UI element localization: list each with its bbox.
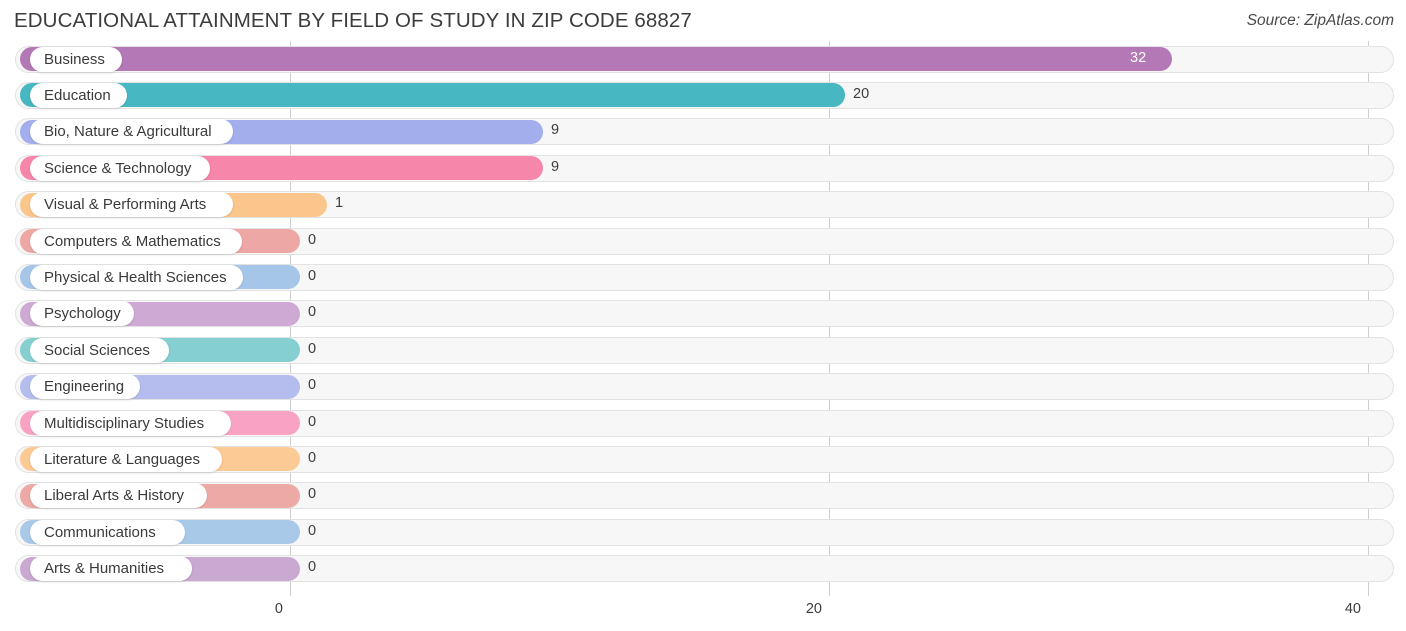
category-label-pill: Arts & Humanities — [30, 556, 192, 582]
bar-row[interactable]: Computers & Mathematics 0 — [0, 223, 1406, 259]
category-label: Bio, Nature & Agricultural — [44, 123, 212, 141]
category-label: Multidisciplinary Studies — [44, 414, 205, 432]
x-axis-tick: 40 — [1344, 601, 1361, 617]
category-label: Arts & Humanities — [44, 560, 165, 578]
bar-row[interactable]: Liberal Arts & History 0 — [0, 478, 1406, 514]
category-label: Computers & Mathematics — [44, 232, 221, 250]
category-label-pill: Psychology — [30, 301, 134, 327]
bar-row[interactable]: Education 20 — [0, 77, 1406, 113]
bar-value-label: 0 — [308, 486, 317, 503]
bar-value-label: 32 — [1130, 49, 1147, 66]
bar-row[interactable]: Engineering 0 — [0, 369, 1406, 405]
category-label-pill: Liberal Arts & History — [30, 483, 207, 509]
category-label: Visual & Performing Arts — [44, 196, 207, 214]
category-label: Education — [44, 86, 111, 104]
bar-row[interactable]: Business 32 — [0, 41, 1406, 77]
bar-row[interactable]: Visual & Performing Arts 1 — [0, 187, 1406, 223]
category-label: Psychology — [44, 305, 121, 323]
bar-value-label: 0 — [308, 559, 317, 576]
bar-value-label: 9 — [551, 122, 560, 139]
category-label: Liberal Arts & History — [44, 487, 185, 505]
bar-fill[interactable] — [20, 83, 845, 108]
category-label-pill: Engineering — [30, 374, 140, 400]
category-label: Literature & Languages — [44, 450, 200, 468]
bar-chart-plot-area: Business 32 Education 20 Bio, Nature & Agric… — [0, 41, 1406, 596]
bar-fill[interactable] — [20, 47, 1172, 71]
bar-value-label: 0 — [308, 449, 317, 466]
bar-value-label: 20 — [853, 85, 870, 102]
x-axis-tick: 20 — [805, 601, 822, 617]
category-label-pill: Education — [30, 82, 127, 108]
bar-value-label: 0 — [308, 340, 317, 357]
category-label-pill: Communications — [30, 519, 185, 545]
bar-row[interactable]: Arts & Humanities 0 — [0, 551, 1406, 587]
bar-row[interactable]: Physical & Health Sciences 0 — [0, 259, 1406, 295]
category-label-pill: Business — [30, 46, 122, 72]
category-label: Business — [44, 50, 105, 68]
category-label: Communications — [44, 523, 156, 541]
category-label: Social Sciences — [44, 341, 150, 359]
bar-value-label: 1 — [335, 195, 344, 212]
bar-row[interactable]: Literature & Languages 0 — [0, 441, 1406, 477]
chart-header: EDUCATIONAL ATTAINMENT BY FIELD OF STUDY… — [0, 0, 1406, 41]
x-axis: 0 20 40 — [0, 596, 1406, 631]
bar-value-label: 0 — [308, 413, 317, 430]
bar-row[interactable]: Science & Technology 9 — [0, 150, 1406, 186]
bar-row[interactable]: Psychology 0 — [0, 296, 1406, 332]
category-label-pill: Physical & Health Sciences — [30, 264, 243, 290]
category-label: Science & Technology — [44, 159, 192, 177]
category-label-pill: Literature & Languages — [30, 446, 222, 472]
bar-row[interactable]: Multidisciplinary Studies 0 — [0, 405, 1406, 441]
x-axis-tick: 0 — [274, 601, 283, 617]
source-attribution: Source: ZipAtlas.com — [1246, 12, 1394, 29]
page-title: EDUCATIONAL ATTAINMENT BY FIELD OF STUDY… — [14, 9, 692, 32]
category-label-pill: Computers & Mathematics — [30, 228, 242, 254]
bar-row[interactable]: Bio, Nature & Agricultural 9 — [0, 114, 1406, 150]
bar-row[interactable]: Communications 0 — [0, 514, 1406, 550]
bar-value-label: 0 — [308, 377, 317, 394]
bar-value-label: 0 — [308, 267, 317, 284]
category-label: Engineering — [44, 378, 125, 396]
bar-value-label: 0 — [308, 522, 317, 539]
category-label-pill: Science & Technology — [30, 155, 210, 181]
bar-value-label: 0 — [308, 304, 317, 321]
category-label-pill: Multidisciplinary Studies — [30, 410, 231, 436]
bar-value-label: 9 — [551, 158, 560, 175]
category-label-pill: Visual & Performing Arts — [30, 192, 233, 218]
bar-row[interactable]: Social Sciences 0 — [0, 332, 1406, 368]
bar-value-label: 0 — [308, 231, 317, 248]
category-label-pill: Social Sciences — [30, 337, 169, 363]
category-label: Physical & Health Sciences — [44, 268, 227, 286]
category-label-pill: Bio, Nature & Agricultural — [30, 119, 233, 145]
